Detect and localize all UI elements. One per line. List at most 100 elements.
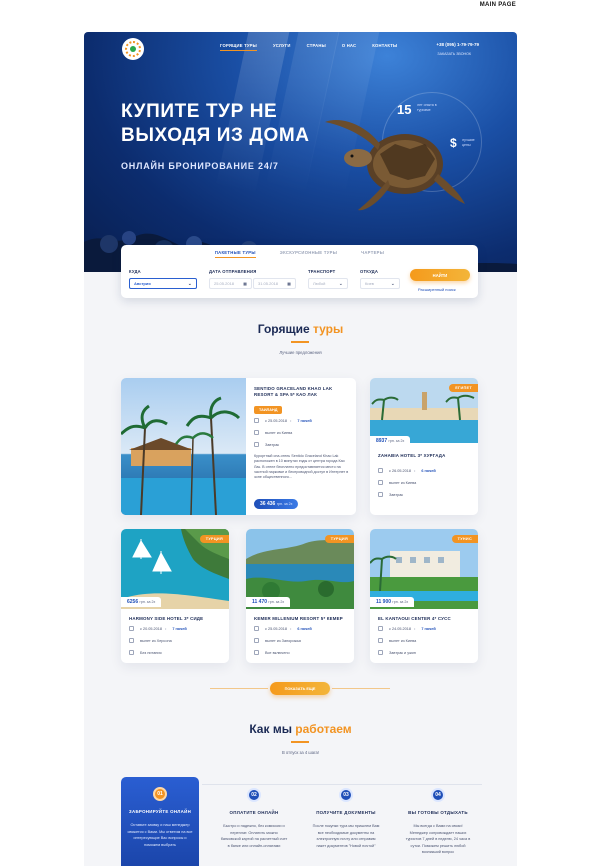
date-to-field[interactable]: 31.05.2018 ▦ xyxy=(253,278,296,289)
nav-item-hot-tours[interactable]: ГОРЯЩИЕ ТУРЫ xyxy=(220,43,257,51)
tour-departure-row: вылет из Киева xyxy=(254,430,292,435)
transport-label: ТРАНСПОРТ xyxy=(308,269,336,274)
price-value: 11 900 xyxy=(376,599,392,605)
tour-departure-row: вылет из Киева xyxy=(378,480,416,485)
step-number: 03 xyxy=(339,788,353,802)
callback-link[interactable]: ЗАКАЗАТЬ ЗВОНОК xyxy=(437,52,471,56)
destination-select[interactable]: Австрия ⌄ xyxy=(129,278,197,289)
hero-title-line: КУПИТЕ ТУР НЕ xyxy=(121,101,278,122)
tour-date: с 26.05.2018 xyxy=(389,468,411,473)
country-badge: ТУНИС xyxy=(451,535,478,543)
hero-section: ГОРЯЩИЕ ТУРЫ УСЛУГИ СТРАНЫ О НАС КОНТАКТ… xyxy=(84,32,517,272)
hero-title-line: ВЫХОДЯ ИЗ ДОМА xyxy=(121,125,310,146)
tour-date-row: с 24.05.2018 • 7 ночей xyxy=(378,626,436,631)
plane-icon xyxy=(254,430,259,435)
nav-item-about[interactable]: О НАС xyxy=(342,43,356,51)
price-unit: грн. за 2х xyxy=(268,600,285,604)
nav-item-contacts[interactable]: КОНТАКТЫ xyxy=(372,43,397,51)
nav-item-countries[interactable]: СТРАНЫ xyxy=(307,43,326,51)
hero-title: КУПИТЕ ТУР НЕ ВЫХОДЯ ИЗ ДОМА xyxy=(121,100,361,148)
tour-card[interactable]: ТУРЦИЯ 11 470 грн. за 2х KEMER MILLENIUM… xyxy=(246,529,354,663)
divider-line xyxy=(210,688,268,689)
country-badge: ТУРЦИЯ xyxy=(324,535,354,543)
tour-meal: Без питания xyxy=(140,650,162,655)
meal-icon xyxy=(129,650,134,655)
experience-stat-value: 15 xyxy=(397,102,412,117)
brand-logo[interactable] xyxy=(122,38,144,60)
step-number: 02 xyxy=(247,788,261,802)
calendar-icon: ▦ xyxy=(287,281,291,286)
tour-date-row: с 25.05.2018 • 7 ночей xyxy=(254,418,312,423)
tab-excursion-tours[interactable]: ЭКСКУРСИОННЫЕ ТУРЫ xyxy=(280,250,337,258)
tour-departure-row: вылет из Киева xyxy=(378,638,416,643)
step-text: Мы всегда с Вами на связи! Менеджер сопр… xyxy=(405,824,471,854)
tour-price[interactable]: 11 900 грн. за 2х xyxy=(370,597,415,607)
calendar-icon: ▦ xyxy=(243,281,247,286)
plane-icon xyxy=(254,638,259,643)
tour-meal-row: Все включено xyxy=(254,650,290,655)
tour-meal: Завтрак и ужин xyxy=(389,650,416,655)
tab-package-tours[interactable]: ПАКЕТНЫЕ ТУРЫ xyxy=(214,250,256,258)
plane-icon xyxy=(378,638,383,643)
price-value: 36 436 xyxy=(260,501,276,507)
tour-date: с 25.05.2018 xyxy=(265,418,287,423)
hot-tours-title-main: Горящие xyxy=(257,322,313,336)
meal-icon xyxy=(254,442,259,447)
tour-price[interactable]: 6256 грн. за 2х xyxy=(121,597,162,607)
tour-hotel-name[interactable]: ZAHABIA HOTEL 3* ХУРГАДА xyxy=(378,453,473,459)
plane-icon xyxy=(378,480,383,485)
price-unit: грн. за 2х xyxy=(388,439,405,443)
tour-price[interactable]: 11 470 грн. за 2х xyxy=(246,597,291,607)
show-more-button[interactable]: ПОКАЗАТЬ ЕЩЕ xyxy=(270,682,330,695)
step-text: Быстро и надежно, без комиссии и перепла… xyxy=(220,824,288,848)
tour-hotel-name[interactable]: SENTIDO GRACELAND KHAO LAK RESORT & SPA … xyxy=(254,386,349,398)
tour-departure: вылет из Киева xyxy=(265,430,293,435)
step-number: 01 xyxy=(153,787,167,801)
tour-card[interactable]: ЕГИПЕТ 8937 грн. за 2х ZAHABIA HOTEL 3* … xyxy=(370,378,478,515)
experience-stat-caption: лет опыта в туризме xyxy=(417,103,437,112)
step-title: ОПЛАТИТЕ ОНЛАЙН xyxy=(229,810,279,815)
tour-hotel-name[interactable]: KEMER MILLENIUM RESORT 5* КЕМЕР xyxy=(254,616,349,622)
nav-item-services[interactable]: УСЛУГИ xyxy=(273,43,291,51)
origin-select[interactable]: Киев ⌄ xyxy=(360,278,400,289)
hot-tours-subtitle: Лучшие предложения xyxy=(279,350,322,355)
tour-card[interactable]: ТУРЦИЯ 6256 грн. за 2х HARMONY SIDE HOTE… xyxy=(121,529,229,663)
tour-price[interactable]: 8937 грн. за 2х xyxy=(370,436,411,446)
dollar-icon: $ xyxy=(450,136,457,150)
transport-select[interactable]: Любой ⌄ xyxy=(308,278,348,289)
hot-tours-title-accent: туры xyxy=(312,322,344,336)
tour-nights: 6 ночей xyxy=(297,626,312,631)
phone-number[interactable]: +38 (095) 1-79-79-79 xyxy=(436,42,479,47)
tour-card-featured[interactable]: SENTIDO GRACELAND KHAO LAK RESORT & SPA … xyxy=(121,378,356,515)
tour-meal-row: Завтрак и ужин xyxy=(378,650,416,655)
tab-charters[interactable]: ЧАРТЕРЫ xyxy=(361,250,384,258)
step-title: ВЫ ГОТОВЫ ОТДЫХАТЬ xyxy=(408,810,468,815)
step-text: Оставьте заявку и наш менеджер свяжется … xyxy=(127,823,193,847)
country-badge: ТУРЦИЯ xyxy=(199,535,229,543)
hot-tours-title: Горящие туры xyxy=(84,322,517,336)
how-we-work-title: Как мы работаем xyxy=(84,722,517,736)
tour-departure-row: вылет из Запорожья xyxy=(254,638,301,643)
title-underline xyxy=(291,741,309,743)
tour-meal-row: Завтрак xyxy=(378,492,403,497)
tour-meal: Завтрак xyxy=(389,492,403,497)
hero-subtitle: ОНЛАЙН БРОНИРОВАНИЕ 24/7 xyxy=(121,161,279,171)
tour-meal-row: Без питания xyxy=(129,650,162,655)
chevron-down-icon: ⌄ xyxy=(187,280,192,287)
date-from-field[interactable]: 25.05.2018 ▦ xyxy=(209,278,252,289)
calendar-icon xyxy=(254,626,259,631)
price-value: 8937 xyxy=(376,438,388,444)
advanced-search-link[interactable]: Расширенный поиск xyxy=(418,287,456,292)
tour-hotel-name[interactable]: EL KANTAOUI CENTER 4* СУСС xyxy=(378,616,473,622)
origin-label: ОТКУДА xyxy=(360,269,379,274)
date-to-value: 31.05.2018 xyxy=(258,281,279,286)
tour-date-row: с 26.05.2018 • 6 ночей xyxy=(378,468,436,473)
tour-hotel-name[interactable]: HARMONY SIDE HOTEL 3* СИДЕ xyxy=(129,616,224,622)
find-button[interactable]: НАЙТИ xyxy=(410,269,470,281)
how-title-accent: работаем xyxy=(295,722,352,736)
tour-price[interactable]: 36 436 грн. за 2х xyxy=(254,499,299,509)
how-subtitle: В отпуск за 4 шага! xyxy=(281,750,320,755)
tour-card[interactable]: ТУНИС 11 900 грн. за 2х EL KANTAOUI CENT… xyxy=(370,529,478,663)
tour-departure: вылет из Киева xyxy=(389,638,417,643)
tour-departure: вылет из Запорожья xyxy=(265,638,301,643)
